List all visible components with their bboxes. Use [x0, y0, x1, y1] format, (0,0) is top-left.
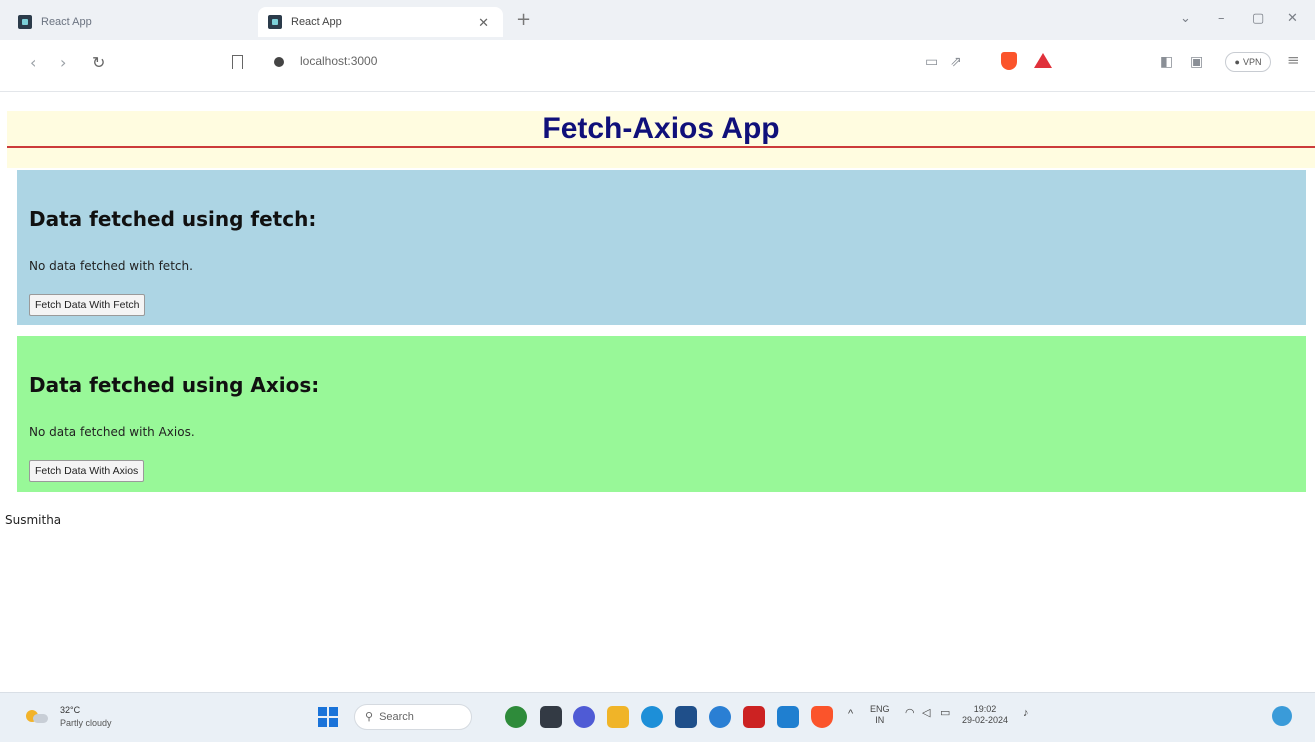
file-manager-icon[interactable] — [540, 706, 562, 728]
search-placeholder: Search — [379, 711, 414, 723]
fetch-section: Data fetched using fetch: No data fetche… — [17, 170, 1306, 325]
header-spacer — [7, 148, 1315, 168]
browser-tab-active[interactable]: React App ✕ — [258, 7, 503, 37]
vpn-label: VPN — [1242, 57, 1262, 67]
tray-chevron-icon[interactable]: ^ — [848, 709, 853, 720]
brave-rewards-icon[interactable] — [1034, 53, 1052, 68]
photos-icon[interactable] — [709, 706, 731, 728]
folder-icon[interactable] — [607, 706, 629, 728]
forward-icon[interactable]: › — [60, 53, 66, 72]
vpn-button[interactable]: ● VPN — [1225, 52, 1271, 72]
weather-temperature[interactable]: 32°C — [60, 705, 80, 715]
axios-heading: Data fetched using Axios: — [29, 373, 320, 397]
tab-title: React App — [291, 16, 342, 28]
reload-icon[interactable]: ↻ — [92, 53, 105, 72]
weather-icon[interactable] — [26, 707, 48, 725]
bookmark-icon[interactable] — [232, 55, 243, 69]
share-icon[interactable]: ⇗ — [950, 54, 962, 70]
fetch-message: No data fetched with fetch. — [29, 259, 193, 273]
language-code: ENG — [870, 704, 890, 714]
minimize-button[interactable]: – — [1218, 11, 1225, 26]
address-bar[interactable]: localhost:3000 — [300, 54, 377, 68]
battery-icon[interactable]: ▭ — [940, 708, 950, 719]
fetch-data-with-fetch-button[interactable]: Fetch Data With Fetch — [29, 294, 146, 316]
new-tab-button[interactable]: + — [516, 11, 531, 29]
fetch-data-with-axios-button[interactable]: Fetch Data With Axios — [29, 460, 145, 482]
menu-icon[interactable]: ≡ — [1287, 51, 1300, 69]
brave-shield-icon[interactable] — [1001, 52, 1017, 70]
notification-icon[interactable]: ♪ — [1023, 708, 1029, 719]
mcafee-icon[interactable] — [743, 706, 765, 728]
windows-start-icon[interactable] — [318, 707, 338, 727]
chat-icon[interactable] — [573, 706, 595, 728]
page-title: Fetch-Axios App — [542, 112, 780, 145]
network-icon[interactable]: ◠ — [905, 708, 915, 719]
volume-icon[interactable]: ◁ — [922, 708, 930, 719]
taskbar: 32°C Partly cloudy ⚲ Search ^ ENG IN ◠ ◁ … — [0, 692, 1315, 742]
tab-search-icon[interactable]: ⌄ — [1180, 11, 1191, 26]
axios-section: Data fetched using Axios: No data fetche… — [17, 336, 1306, 492]
edge-icon[interactable] — [641, 706, 663, 728]
vpn-icon: ● — [1234, 57, 1240, 67]
vscode-icon[interactable] — [777, 706, 799, 728]
app-header: Fetch-Axios App — [7, 111, 1315, 148]
store-icon[interactable] — [675, 706, 697, 728]
region-code: IN — [875, 715, 885, 725]
language-indicator[interactable]: ENG IN — [870, 704, 890, 726]
axios-message: No data fetched with Axios. — [29, 425, 195, 439]
react-favicon-icon — [18, 15, 32, 29]
footer-author: Susmitha — [5, 513, 62, 527]
tab-title: React App — [41, 16, 92, 28]
wallet-icon[interactable]: ▣ — [1190, 54, 1203, 70]
browser-tab-inactive[interactable]: React App — [18, 7, 248, 37]
back-icon[interactable]: ‹ — [30, 53, 36, 72]
react-favicon-icon — [268, 15, 282, 29]
clock[interactable]: 19:02 29-02-2024 — [962, 704, 1008, 726]
taskbar-search[interactable]: ⚲ Search — [354, 704, 472, 730]
close-tab-icon[interactable]: ✕ — [478, 15, 489, 31]
maximize-button[interactable]: ▢ — [1252, 11, 1264, 26]
clock-time: 19:02 — [973, 704, 997, 714]
fetch-heading: Data fetched using fetch: — [29, 207, 317, 231]
weather-condition[interactable]: Partly cloudy — [60, 718, 112, 728]
sidebar-icon[interactable]: ◧ — [1160, 54, 1173, 70]
close-window-button[interactable]: ✕ — [1287, 11, 1298, 26]
brave-icon[interactable] — [811, 706, 833, 728]
search-icon: ⚲ — [365, 711, 374, 723]
clock-date: 29-02-2024 — [962, 715, 1009, 725]
cast-icon[interactable]: ▭ — [925, 54, 938, 70]
copilot-icon[interactable] — [1272, 706, 1292, 726]
browser-toolbar: ‹ › ↻ localhost:3000 ▭ ⇗ ◧ ▣ ● VPN ≡ — [0, 40, 1315, 92]
bird-app-icon[interactable] — [505, 706, 527, 728]
site-info-icon[interactable] — [274, 57, 284, 67]
browser-tab-strip: React App React App ✕ + ⌄ – ▢ ✕ — [0, 0, 1315, 40]
